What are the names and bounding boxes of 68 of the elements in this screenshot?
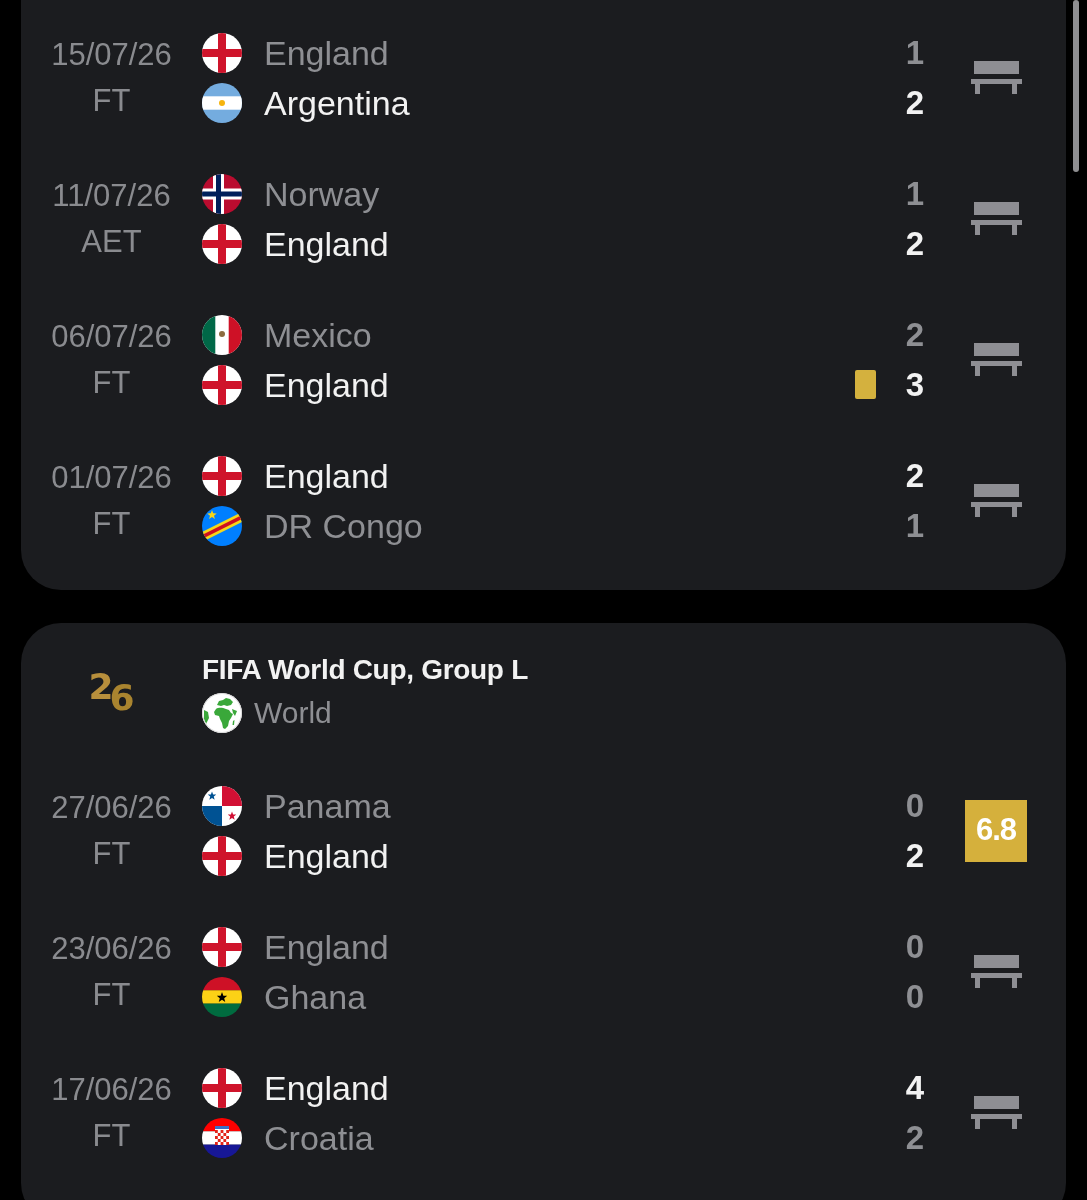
- panama-flag-icon: [202, 785, 242, 826]
- competition-title: FIFA World Cup, Group L: [202, 653, 528, 687]
- team-name[interactable]: England: [264, 835, 389, 876]
- scrollbar-thumb[interactable]: [1073, 0, 1079, 172]
- team-name[interactable]: DR Congo: [264, 505, 423, 546]
- team-score: 1: [904, 32, 926, 73]
- competition-logo: 26: [88, 668, 135, 715]
- match-date: 15/07/26: [51, 36, 172, 73]
- bench-icon: [970, 202, 1022, 235]
- team-name[interactable]: England: [264, 926, 389, 967]
- match-status: FT: [92, 364, 131, 401]
- team-name[interactable]: Mexico: [264, 314, 372, 355]
- match-status: AET: [81, 223, 142, 260]
- bench-icon: [970, 61, 1022, 94]
- england-flag-icon: [202, 455, 242, 496]
- bench-icon: [970, 343, 1022, 376]
- team-score: 1: [904, 173, 926, 214]
- match-date: 17/06/26: [51, 1071, 172, 1108]
- match-status: FT: [92, 976, 131, 1013]
- match-status: FT: [92, 835, 131, 872]
- team-name[interactable]: England: [264, 1067, 389, 1108]
- team-score: 2: [904, 223, 926, 264]
- match-date: 23/06/26: [51, 930, 172, 967]
- mexico-flag-icon: [202, 314, 242, 355]
- match-date: 11/07/26: [52, 177, 171, 214]
- team-score: 0: [904, 976, 926, 1017]
- england-flag-icon: [202, 835, 242, 876]
- match-date: 27/06/26: [51, 789, 172, 826]
- bench-icon: [970, 484, 1022, 517]
- team-score: 0: [904, 785, 926, 826]
- england-flag-icon: [202, 1067, 242, 1108]
- player-rating-badge: 6.8: [965, 799, 1027, 862]
- team-score: 2: [904, 1117, 926, 1158]
- drcongo-flag-icon: [202, 505, 242, 546]
- team-score: 1: [904, 505, 926, 546]
- england-flag-icon: [202, 926, 242, 967]
- team-score: 0: [904, 926, 926, 967]
- team-score: 2: [904, 455, 926, 496]
- team-score: 3: [904, 364, 926, 405]
- england-flag-icon: [202, 223, 242, 264]
- team-score: 2: [904, 835, 926, 876]
- match-status: FT: [92, 505, 131, 542]
- team-name[interactable]: Ghana: [264, 976, 367, 1017]
- argentina-flag-icon: [202, 82, 242, 123]
- match-date: 06/07/26: [51, 318, 172, 355]
- globe-icon: [202, 693, 242, 733]
- team-name[interactable]: England: [264, 364, 389, 405]
- croatia-flag-icon: [202, 1117, 242, 1158]
- team-name[interactable]: Croatia: [264, 1117, 374, 1158]
- ghana-flag-icon: [202, 976, 242, 1017]
- team-score: 2: [904, 82, 926, 123]
- bench-icon: [970, 955, 1022, 988]
- england-flag-icon: [202, 32, 242, 73]
- england-flag-icon: [202, 364, 242, 405]
- team-name[interactable]: England: [264, 32, 389, 73]
- team-name[interactable]: England: [264, 455, 389, 496]
- bench-icon: [970, 1096, 1022, 1129]
- region-name: World: [254, 695, 332, 731]
- team-name[interactable]: Norway: [264, 173, 380, 214]
- match-date: 01/07/26: [51, 459, 172, 496]
- team-name[interactable]: England: [264, 223, 389, 264]
- team-name[interactable]: Argentina: [264, 82, 410, 123]
- team-score: 2: [904, 314, 926, 355]
- norway-flag-icon: [202, 173, 242, 214]
- team-name[interactable]: Panama: [264, 785, 391, 826]
- match-status: FT: [92, 82, 131, 119]
- match-status: FT: [92, 1117, 131, 1154]
- team-score: 4: [904, 1067, 926, 1108]
